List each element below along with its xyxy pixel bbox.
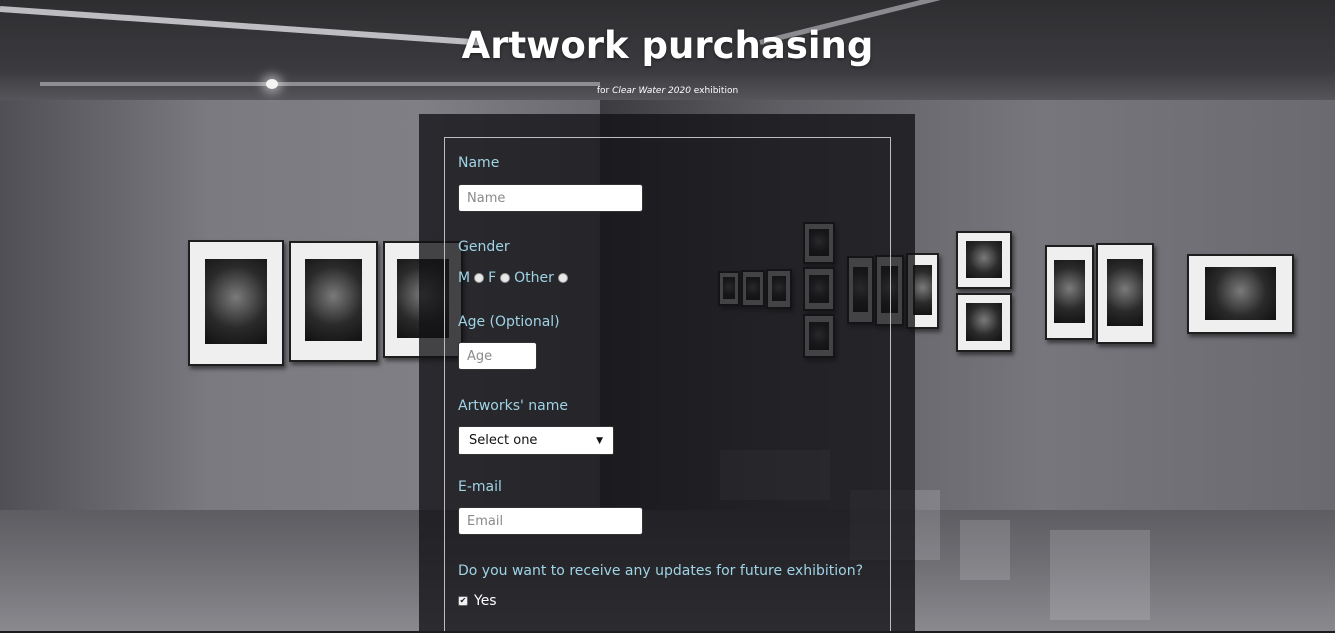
artwork-frame bbox=[956, 293, 1012, 352]
gender-option-m[interactable]: M bbox=[458, 270, 485, 286]
artwork-frame bbox=[1187, 254, 1294, 334]
artwork-frame bbox=[289, 241, 378, 362]
updates-checkbox-label: Yes bbox=[474, 593, 497, 609]
gender-option-label: M bbox=[458, 270, 471, 286]
page-subtitle: for Clear Water 2020 exhibition bbox=[0, 86, 1335, 96]
radio-button[interactable] bbox=[474, 273, 485, 283]
artwork-select[interactable]: Select one ▼ bbox=[458, 426, 614, 455]
updates-question: Do you want to receive any updates for f… bbox=[458, 563, 864, 579]
radio-button[interactable] bbox=[500, 273, 511, 283]
age-input[interactable] bbox=[458, 342, 537, 370]
gender-option-f[interactable]: F bbox=[488, 270, 511, 286]
age-label: Age (Optional) bbox=[458, 314, 560, 330]
updates-checkbox[interactable]: ✔ bbox=[458, 596, 468, 606]
email-input[interactable] bbox=[458, 507, 643, 535]
dropdown-arrow-icon: ▼ bbox=[596, 435, 603, 446]
floor-reflection bbox=[1050, 530, 1150, 620]
subtitle-suffix: exhibition bbox=[690, 86, 739, 96]
artwork-frame bbox=[1096, 243, 1154, 344]
artwork-frame bbox=[188, 240, 284, 366]
radio-button[interactable] bbox=[557, 273, 568, 283]
exhibition-name: Clear Water 2020 bbox=[612, 86, 691, 96]
name-label: Name bbox=[458, 155, 500, 171]
floor-reflection bbox=[960, 520, 1010, 580]
gender-option-label: F bbox=[488, 270, 497, 286]
gender-option-label: Other bbox=[514, 270, 554, 286]
gender-option-other[interactable]: Other bbox=[514, 270, 568, 286]
artwork-frame bbox=[1045, 245, 1094, 340]
artwork-label: Artworks' name bbox=[458, 398, 568, 414]
artwork-frame bbox=[956, 231, 1012, 289]
subtitle-prefix: for bbox=[596, 86, 613, 96]
name-input[interactable] bbox=[458, 184, 643, 212]
gender-label: Gender bbox=[458, 239, 510, 255]
updates-checkbox-row[interactable]: ✔ Yes bbox=[458, 593, 497, 609]
artwork-select-value: Select one bbox=[469, 433, 538, 448]
gender-radio-group: M F Other bbox=[458, 268, 572, 288]
check-icon: ✔ bbox=[459, 596, 467, 605]
page-title: Artwork purchasing bbox=[461, 24, 874, 67]
email-label: E-mail bbox=[458, 479, 502, 495]
